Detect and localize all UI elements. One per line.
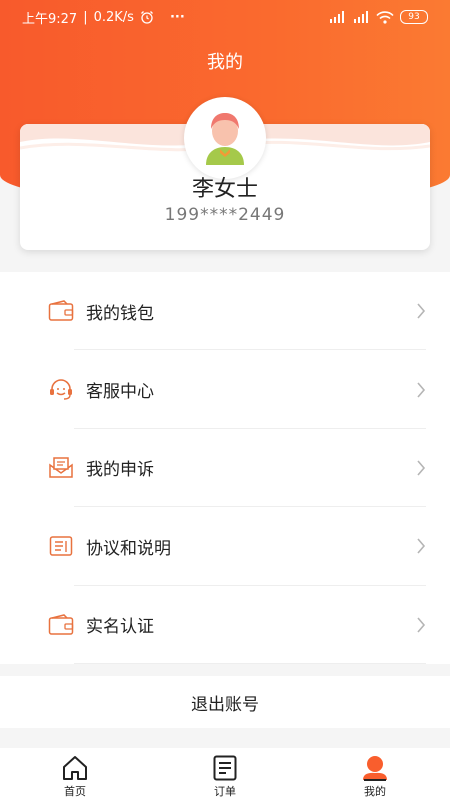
chevron-right-icon [417,617,426,633]
chevron-right-icon [417,382,426,398]
order-list-icon [213,755,237,781]
menu-list: 我的钱包 客服中心 我的申诉 协议和说明 实名认证 [0,272,450,664]
logout-button[interactable]: 退出账号 [0,676,450,728]
page-title: 我的 [207,52,243,73]
menu-item-label: 我的钱包 [86,303,154,324]
menu-item-label: 实名认证 [86,617,154,638]
network-speed: 0.2K/s [93,9,134,25]
divider [74,662,426,664]
user-avatar-icon [206,113,244,165]
tab-orders[interactable]: 订单 [150,748,300,800]
wifi-icon [376,10,394,24]
signal-icon [354,11,368,23]
menu-item-label: 我的申诉 [86,460,154,481]
status-bar: 上午9:27 | 0.2K/s ··· 93 [0,0,450,34]
menu-item-agreement[interactable]: 协议和说明 [0,507,450,586]
tab-label: 首页 [64,785,86,798]
user-phone: 199****2449 [164,205,286,225]
tab-home[interactable]: 首页 [0,748,150,800]
tab-label: 我的 [364,785,386,798]
menu-item-appeal[interactable]: 我的申诉 [0,429,450,508]
more-dots-icon: ··· [169,9,185,25]
wallet-icon [48,298,74,324]
signal-hd-icon [330,11,344,23]
user-name: 李女士 [191,177,258,202]
menu-item-label: 客服中心 [86,382,154,403]
chevron-right-icon [417,538,426,554]
menu-item-label: 协议和说明 [86,538,171,559]
id-card-icon [48,612,74,638]
battery-icon: 93 [400,10,428,24]
home-icon [63,756,87,780]
avatar[interactable] [184,97,266,179]
document-icon [48,533,74,559]
tab-label: 订单 [214,785,236,798]
chevron-right-icon [417,303,426,319]
menu-item-wallet[interactable]: 我的钱包 [0,272,450,351]
mail-icon [48,455,74,481]
alarm-icon [140,11,153,24]
profile-icon [363,756,387,781]
headset-icon [48,377,74,403]
chevron-right-icon [417,460,426,476]
tab-mine[interactable]: 我的 [300,748,450,800]
menu-item-real-name-verification[interactable]: 实名认证 [0,586,450,664]
status-time: 上午9:27 [22,11,78,27]
bottom-tab-bar: 首页 订单 我的 [0,748,450,800]
menu-item-customer-service[interactable]: 客服中心 [0,350,450,429]
